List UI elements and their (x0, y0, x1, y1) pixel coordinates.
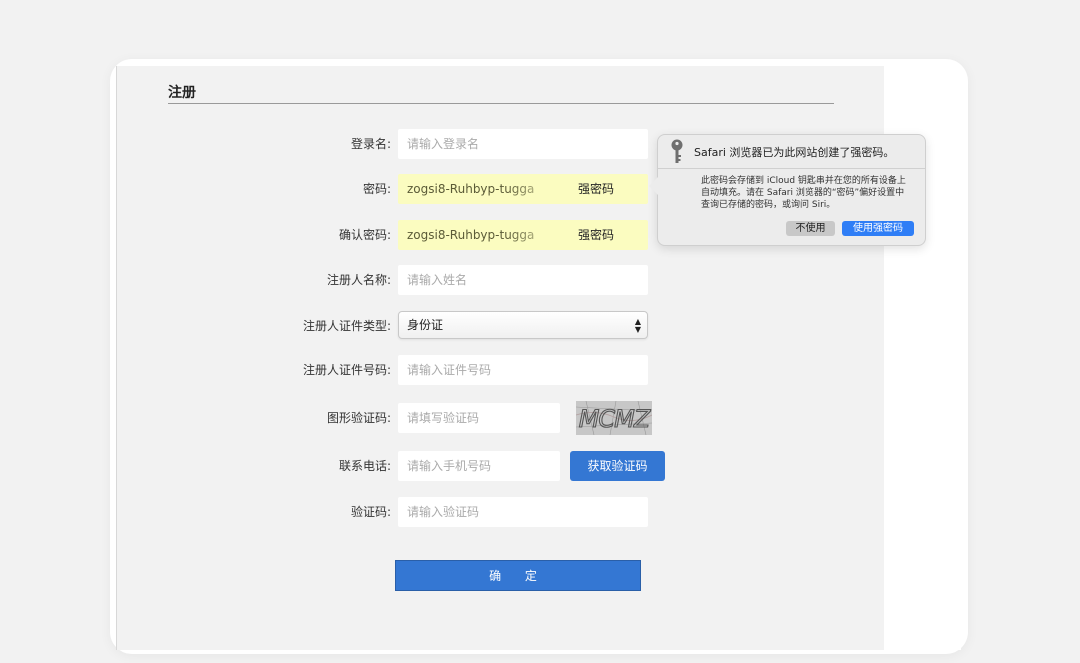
id-type-label: 注册人证件类型: (302, 319, 391, 333)
id-type-select[interactable]: 身份证 ▲ ▼ (398, 311, 648, 339)
registrant-name-label: 注册人名称: (326, 273, 391, 287)
sms-code-input[interactable]: 请输入验证码 (398, 497, 648, 527)
get-code-button[interactable]: 获取验证码 (570, 451, 665, 481)
strong-password-popover: Safari 浏览器已为此网站创建了强密码。 此密码会存储到 iCloud 钥匙… (649, 134, 926, 246)
password-label: 密码: (362, 182, 391, 196)
key-icon (670, 139, 684, 168)
row-sms-code: 验证码: 请输入验证码 (117, 497, 884, 527)
popover-message: 此密码会存储到 iCloud 钥匙串并在您的所有设备上自动填充。请在 Safar… (701, 176, 906, 210)
strong-password-badge: 强密码 (578, 182, 615, 196)
row-captcha: 图形验证码: 请填写验证码 MCMZ (117, 401, 884, 435)
popover-header: Safari 浏览器已为此网站创建了强密码。 (658, 135, 925, 169)
password-fade (506, 174, 566, 204)
phone-label: 联系电话: (338, 459, 391, 473)
confirm-password-input[interactable]: zogsi8-Ruhbyp-tugga 强密码 (398, 220, 648, 250)
confirm-strong-password-badge: 强密码 (578, 228, 615, 242)
password-input[interactable]: zogsi8-Ruhbyp-tugga 强密码 (398, 174, 648, 204)
use-strong-password-button[interactable]: 使用强密码 (842, 221, 914, 236)
confirm-password-fade (506, 220, 566, 250)
captcha-text: MCMZ (579, 405, 651, 433)
confirm-password-label: 确认密码: (338, 228, 391, 242)
captcha-image[interactable]: MCMZ (576, 401, 652, 435)
row-id-number: 注册人证件号码: 请输入证件号码 (117, 355, 884, 385)
id-type-selected: 身份证 (407, 318, 444, 332)
submit-button[interactable]: 确 定 (395, 560, 641, 591)
login-name-label: 登录名: (350, 137, 391, 151)
row-id-type: 注册人证件类型: 身份证 ▲ ▼ (117, 311, 884, 341)
popover-title: Safari 浏览器已为此网站创建了强密码。 (694, 146, 895, 159)
captcha-input[interactable]: 请填写验证码 (398, 403, 560, 433)
select-arrows-icon: ▲ ▼ (634, 317, 641, 334)
decline-button[interactable]: 不使用 (786, 221, 835, 236)
sms-code-label: 验证码: (350, 505, 391, 519)
captcha-graphic: MCMZ (576, 401, 652, 435)
row-phone: 联系电话: 请输入手机号码 获取验证码 (117, 451, 884, 481)
id-number-label: 注册人证件号码: (302, 363, 391, 377)
captcha-label: 图形验证码: (326, 411, 391, 425)
registrant-name-input[interactable]: 请输入姓名 (398, 265, 648, 295)
page-title: 注册 (168, 85, 196, 101)
row-registrant-name: 注册人名称: 请输入姓名 (117, 265, 884, 295)
login-name-input[interactable]: 请输入登录名 (398, 129, 648, 159)
title-divider (168, 103, 834, 104)
popover-arrow (649, 177, 658, 195)
phone-input[interactable]: 请输入手机号码 (398, 451, 560, 481)
id-number-input[interactable]: 请输入证件号码 (398, 355, 648, 385)
